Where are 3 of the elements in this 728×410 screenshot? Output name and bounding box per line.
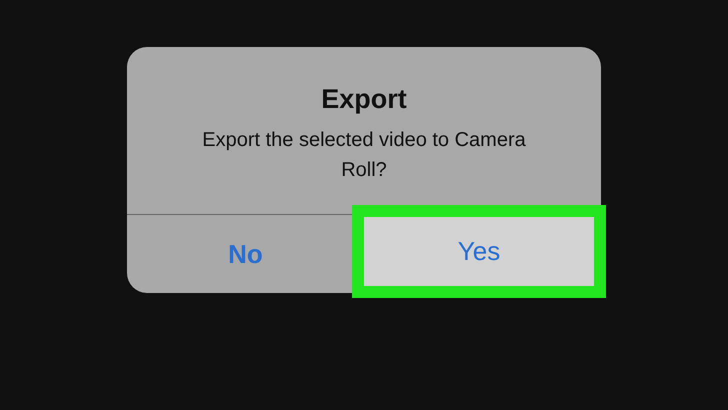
alert-title: Export	[321, 83, 407, 116]
alert-button[interactable]: Yes	[352, 205, 606, 298]
alert-message: Export the selected video to Camera Roll?	[201, 128, 527, 183]
